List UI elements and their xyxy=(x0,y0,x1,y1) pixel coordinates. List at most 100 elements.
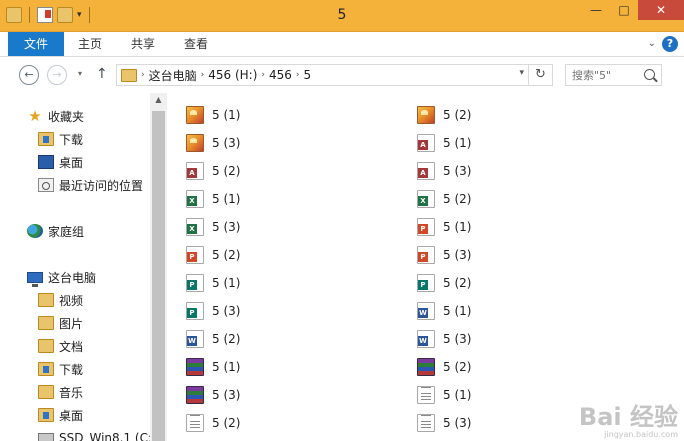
back-button[interactable]: ← xyxy=(19,65,39,85)
file-item[interactable]: 5 (2) xyxy=(417,104,471,126)
new-folder-icon[interactable] xyxy=(57,7,73,23)
file-item[interactable]: 5 (1) xyxy=(417,384,471,406)
up-button[interactable]: ↑ xyxy=(96,66,108,82)
archive-file-icon xyxy=(186,386,204,404)
file-item[interactable]: A 5 (2) xyxy=(186,160,240,182)
address-bar[interactable]: › 这台电脑 › 456 (H:) › 456 › 5 ▾ xyxy=(116,64,529,86)
file-item[interactable]: W 5 (1) xyxy=(417,300,471,322)
breadcrumb-this-pc[interactable]: 这台电脑 xyxy=(149,67,197,84)
scroll-up-arrow-icon[interactable]: ▲ xyxy=(150,95,167,104)
forward-button[interactable]: → xyxy=(47,65,67,85)
nav-item-desktop[interactable]: 桌面 xyxy=(38,152,83,172)
file-name: 5 (3) xyxy=(443,248,472,262)
maximize-button[interactable]: □ xyxy=(610,0,638,20)
scrollbar-thumb[interactable] xyxy=(152,111,165,441)
breadcrumb-separator-icon[interactable]: › xyxy=(296,70,300,80)
recent-locations-dropdown-icon[interactable]: ▾ xyxy=(78,69,82,78)
file-item[interactable]: 5 (3) xyxy=(186,132,240,154)
properties-icon[interactable] xyxy=(37,7,53,23)
nav-item-label: 家庭组 xyxy=(48,224,85,239)
file-name: 5 (1) xyxy=(443,220,472,234)
baidu-jingyan-watermark: Bai 经验 jingyan.baidu.com xyxy=(579,404,678,439)
file-item[interactable]: A 5 (3) xyxy=(417,160,471,182)
file-item[interactable]: 5 (2) xyxy=(417,356,471,378)
nav-item-label: 文档 xyxy=(59,339,84,354)
file-name: 5 (1) xyxy=(212,360,241,374)
publisher-file-icon: P xyxy=(417,274,435,292)
watermark-logo: Bai 经验 xyxy=(578,403,678,431)
nav-item-label: 下载 xyxy=(59,362,84,377)
nav-item-recent-places[interactable]: 最近访问的位置 xyxy=(38,175,143,195)
navigation-pane-scrollbar[interactable]: ▲ xyxy=(150,93,167,441)
breadcrumb-separator-icon[interactable]: › xyxy=(201,70,205,80)
excel-file-icon: X xyxy=(186,190,204,208)
file-item[interactable]: 5 (1) xyxy=(186,104,240,126)
breadcrumb-separator-icon[interactable]: › xyxy=(261,70,265,80)
minimize-button[interactable]: — xyxy=(582,0,610,20)
address-history-dropdown-icon[interactable]: ▾ xyxy=(519,68,524,78)
file-item[interactable]: P 5 (1) xyxy=(417,216,471,238)
search-icon[interactable] xyxy=(644,69,655,80)
search-box[interactable] xyxy=(565,64,662,86)
breadcrumb-folder-5[interactable]: 5 xyxy=(304,68,312,82)
file-item[interactable]: W 5 (2) xyxy=(186,328,240,350)
close-button[interactable]: ✕ xyxy=(638,0,684,20)
file-name: 5 (1) xyxy=(443,388,472,402)
search-input[interactable] xyxy=(572,68,640,82)
nav-item-pc-downloads[interactable]: 下载 xyxy=(38,359,83,379)
nav-item-favorites[interactable]: ★ 收藏夹 xyxy=(27,106,84,126)
homegroup-icon xyxy=(27,224,43,238)
file-item[interactable]: W 5 (3) xyxy=(417,328,471,350)
nav-item-homegroup[interactable]: 家庭组 xyxy=(27,221,84,241)
file-name: 5 (1) xyxy=(212,192,241,206)
nav-item-videos[interactable]: 视频 xyxy=(38,290,83,310)
tab-share[interactable]: 共享 xyxy=(119,32,167,56)
nav-item-label: 最近访问的位置 xyxy=(59,178,144,193)
file-item[interactable]: 5 (3) xyxy=(186,384,240,406)
help-icon[interactable]: ? xyxy=(662,36,678,52)
file-item[interactable]: P 5 (3) xyxy=(417,244,471,266)
drive-icon xyxy=(38,433,54,441)
file-name: 5 (3) xyxy=(212,136,241,150)
file-item[interactable]: P 5 (2) xyxy=(186,244,240,266)
quick-access-toolbar: ▾ xyxy=(6,7,93,23)
file-item[interactable]: 5 (3) xyxy=(417,412,471,434)
file-item[interactable]: 5 (1) xyxy=(186,356,240,378)
nav-item-downloads[interactable]: 下载 xyxy=(38,129,83,149)
tab-home[interactable]: 主页 xyxy=(66,32,114,56)
toolbar-separator xyxy=(29,7,30,23)
image-file-icon xyxy=(186,106,204,124)
file-item[interactable]: X 5 (1) xyxy=(186,188,240,210)
breadcrumb-drive-h[interactable]: 456 (H:) xyxy=(208,68,257,82)
tab-file[interactable]: 文件 xyxy=(8,32,64,56)
nav-item-drive-c[interactable]: SSD_Win8.1 (C:) xyxy=(38,428,157,441)
file-item[interactable]: P 5 (1) xyxy=(186,272,240,294)
nav-item-music[interactable]: 音乐 xyxy=(38,382,83,402)
file-item[interactable]: P 5 (3) xyxy=(186,300,240,322)
music-folder-icon xyxy=(38,385,54,399)
nav-item-pc-desktop[interactable]: 桌面 xyxy=(38,405,83,425)
breadcrumb-folder-456[interactable]: 456 xyxy=(269,68,292,82)
image-file-icon xyxy=(417,106,435,124)
refresh-button[interactable]: ↻ xyxy=(529,64,553,86)
title-bar: ▾ 5 — □ ✕ xyxy=(0,0,684,32)
nav-item-documents[interactable]: 文档 xyxy=(38,336,83,356)
customize-toolbar-arrow-icon[interactable]: ▾ xyxy=(77,7,82,23)
file-name: 5 (2) xyxy=(443,108,472,122)
breadcrumb-separator-icon[interactable]: › xyxy=(141,70,145,80)
file-item[interactable]: X 5 (2) xyxy=(417,188,471,210)
word-file-icon: W xyxy=(186,330,204,348)
file-item[interactable]: A 5 (1) xyxy=(417,132,471,154)
file-name: 5 (3) xyxy=(212,388,241,402)
nav-item-this-pc[interactable]: 这台电脑 xyxy=(27,267,96,287)
nav-item-pictures[interactable]: 图片 xyxy=(38,313,83,333)
tab-view[interactable]: 查看 xyxy=(172,32,220,56)
word-file-icon: W xyxy=(417,330,435,348)
nav-item-label: 音乐 xyxy=(59,385,84,400)
folder-icon[interactable] xyxy=(6,7,22,23)
expand-ribbon-icon[interactable]: ⌄ xyxy=(648,38,656,49)
file-item[interactable]: 5 (2) xyxy=(186,412,240,434)
text-file-icon xyxy=(417,386,435,404)
file-item[interactable]: P 5 (2) xyxy=(417,272,471,294)
file-item[interactable]: X 5 (3) xyxy=(186,216,240,238)
